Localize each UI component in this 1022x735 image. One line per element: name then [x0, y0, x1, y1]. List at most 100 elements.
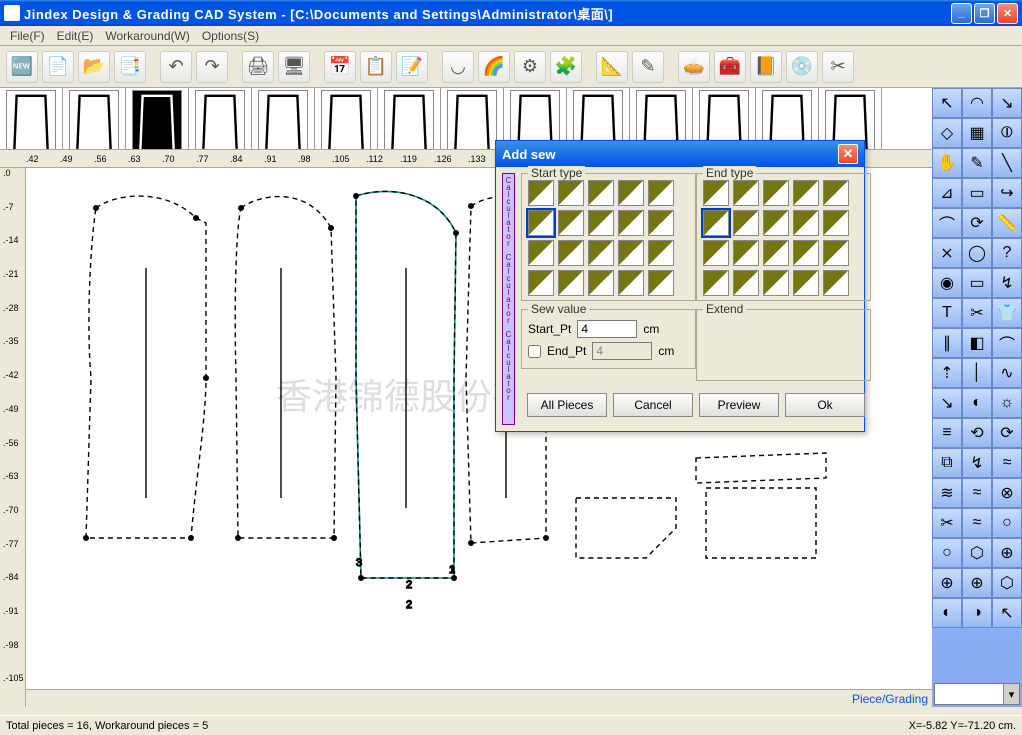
piece-cell[interactable]: Underco…7x2 — [378, 88, 441, 149]
toolbar-button-1[interactable]: 📄 — [42, 51, 74, 83]
side-tool-button[interactable]: ◯ — [962, 238, 992, 268]
sew-type-option[interactable] — [648, 210, 674, 236]
menu-edit[interactable]: Edit(E) — [51, 29, 100, 43]
sew-type-option[interactable] — [588, 210, 614, 236]
side-tool-button[interactable]: ≈ — [962, 478, 992, 508]
side-tool-button[interactable]: ⟳ — [962, 208, 992, 238]
end-pt-checkbox[interactable] — [528, 345, 541, 358]
side-tool-button[interactable]: ⊕ — [962, 568, 992, 598]
sew-type-option[interactable] — [823, 210, 849, 236]
side-tool-button[interactable]: ○ — [932, 538, 962, 568]
preview-button[interactable]: Preview — [699, 393, 779, 417]
toolbar-button-9[interactable]: 🖥 — [278, 51, 310, 83]
side-tool-button[interactable]: ↯ — [992, 268, 1022, 298]
minimize-button[interactable]: _ — [951, 3, 972, 24]
side-tool-button[interactable]: ✋ — [932, 148, 962, 178]
sew-type-option[interactable] — [793, 210, 819, 236]
sew-type-option[interactable] — [793, 180, 819, 206]
side-tool-button[interactable]: ⨯ — [932, 238, 962, 268]
side-tool-button[interactable]: ⇡ — [932, 358, 962, 388]
side-tool-button[interactable]: ⊿ — [932, 178, 962, 208]
sew-type-option[interactable] — [703, 210, 729, 236]
side-tool-button[interactable]: ↪ — [992, 178, 1022, 208]
sew-type-option[interactable] — [763, 270, 789, 296]
sew-type-option[interactable] — [648, 180, 674, 206]
sew-type-option[interactable] — [823, 240, 849, 266]
side-tool-button[interactable]: ▦ — [962, 118, 992, 148]
sew-type-option[interactable] — [733, 270, 759, 296]
piece-cell[interactable]: Front5x2 — [252, 88, 315, 149]
toolbar-button-16[interactable]: 🌈 — [478, 51, 510, 83]
sew-type-option[interactable] — [763, 240, 789, 266]
horizontal-scrollbar[interactable]: Piece/Grading — [26, 689, 932, 707]
menu-options[interactable]: Options(S) — [196, 29, 265, 43]
side-tool-button[interactable]: ↯ — [962, 448, 992, 478]
sew-type-option[interactable] — [618, 270, 644, 296]
side-tool-button[interactable]: ⬡ — [992, 568, 1022, 598]
side-tool-button[interactable]: T — [932, 298, 962, 328]
menu-workaround[interactable]: Workaround(W) — [99, 29, 195, 43]
sew-type-option[interactable] — [648, 240, 674, 266]
toolbar-button-21[interactable]: ✎ — [632, 51, 664, 83]
toolbar-button-18[interactable]: 🧩 — [550, 51, 582, 83]
side-tool-button[interactable]: ≡ — [932, 418, 962, 448]
sew-type-option[interactable] — [648, 270, 674, 296]
side-tool-button[interactable]: ✎ — [962, 148, 992, 178]
side-tool-button[interactable]: ≈ — [962, 508, 992, 538]
piece-cell[interactable]: Back sl…2x2 — [63, 88, 126, 149]
sew-type-option[interactable] — [823, 180, 849, 206]
side-tool-button[interactable]: ≋ — [932, 478, 962, 508]
sew-type-option[interactable] — [558, 180, 584, 206]
sew-type-option[interactable] — [618, 180, 644, 206]
start-pt-input[interactable] — [577, 320, 637, 338]
all-pieces-button[interactable]: All Pieces — [527, 393, 607, 417]
side-tool-button[interactable]: ⊗ — [992, 478, 1022, 508]
toolbar-button-6[interactable]: ↷ — [196, 51, 228, 83]
side-tool-button[interactable]: ✂ — [962, 298, 992, 328]
toolbar-button-15[interactable]: ◡ — [442, 51, 474, 83]
sew-type-option[interactable] — [733, 210, 759, 236]
sew-type-option[interactable] — [733, 240, 759, 266]
sew-type-option[interactable] — [588, 180, 614, 206]
close-button[interactable]: ✕ — [997, 3, 1018, 24]
sew-type-option[interactable] — [588, 270, 614, 296]
piece-cell[interactable]: Facing6x2 — [315, 88, 378, 149]
side-tool-button[interactable]: ⟳ — [992, 418, 1022, 448]
toolbar-button-3[interactable]: 📑 — [114, 51, 146, 83]
toolbar-button-24[interactable]: 🧰 — [714, 51, 746, 83]
side-tool-button[interactable]: 📏 — [992, 208, 1022, 238]
dialog-close-button[interactable]: ✕ — [838, 144, 858, 164]
side-tool-button[interactable]: ◠ — [962, 88, 992, 118]
sew-type-option[interactable] — [558, 270, 584, 296]
sew-type-option[interactable] — [618, 240, 644, 266]
toolbar-button-26[interactable]: 💿 — [786, 51, 818, 83]
sew-type-option[interactable] — [528, 240, 554, 266]
side-tool-button[interactable]: ≈ — [992, 448, 1022, 478]
side-tool-button[interactable]: ✂ — [932, 508, 962, 538]
sew-type-option[interactable] — [558, 240, 584, 266]
side-tool-button[interactable]: │ — [962, 358, 992, 388]
side-tool-button[interactable]: ⌒ — [992, 328, 1022, 358]
side-tool-button[interactable]: ? — [992, 238, 1022, 268]
side-tool-button[interactable]: ▭ — [962, 178, 992, 208]
piece-cell[interactable]: Back pa…3x2 — [126, 88, 189, 149]
side-tool-button[interactable]: ⊕ — [932, 568, 962, 598]
sew-type-option[interactable] — [618, 210, 644, 236]
side-tool-button[interactable]: ◉ — [932, 268, 962, 298]
side-tool-button[interactable]: ⟲ — [962, 418, 992, 448]
maximize-button[interactable]: ❐ — [974, 3, 995, 24]
side-tool-button[interactable]: ↖ — [992, 598, 1022, 628]
sew-type-option[interactable] — [528, 270, 554, 296]
toolbar-button-5[interactable]: ↶ — [160, 51, 192, 83]
sew-type-option[interactable] — [823, 270, 849, 296]
cancel-button[interactable]: Cancel — [613, 393, 693, 417]
side-tool-button[interactable]: ▭ — [962, 268, 992, 298]
calculator-strip[interactable]: Calculator Calculator Calculator — [502, 173, 515, 425]
ok-button[interactable]: Ok — [785, 393, 865, 417]
sew-type-option[interactable] — [763, 210, 789, 236]
side-tool-button[interactable]: ◐ — [932, 598, 962, 628]
sew-type-option[interactable] — [763, 180, 789, 206]
sew-type-option[interactable] — [528, 180, 554, 206]
side-tool-button[interactable]: ◧ — [962, 328, 992, 358]
side-tool-button[interactable]: 👕 — [992, 298, 1022, 328]
